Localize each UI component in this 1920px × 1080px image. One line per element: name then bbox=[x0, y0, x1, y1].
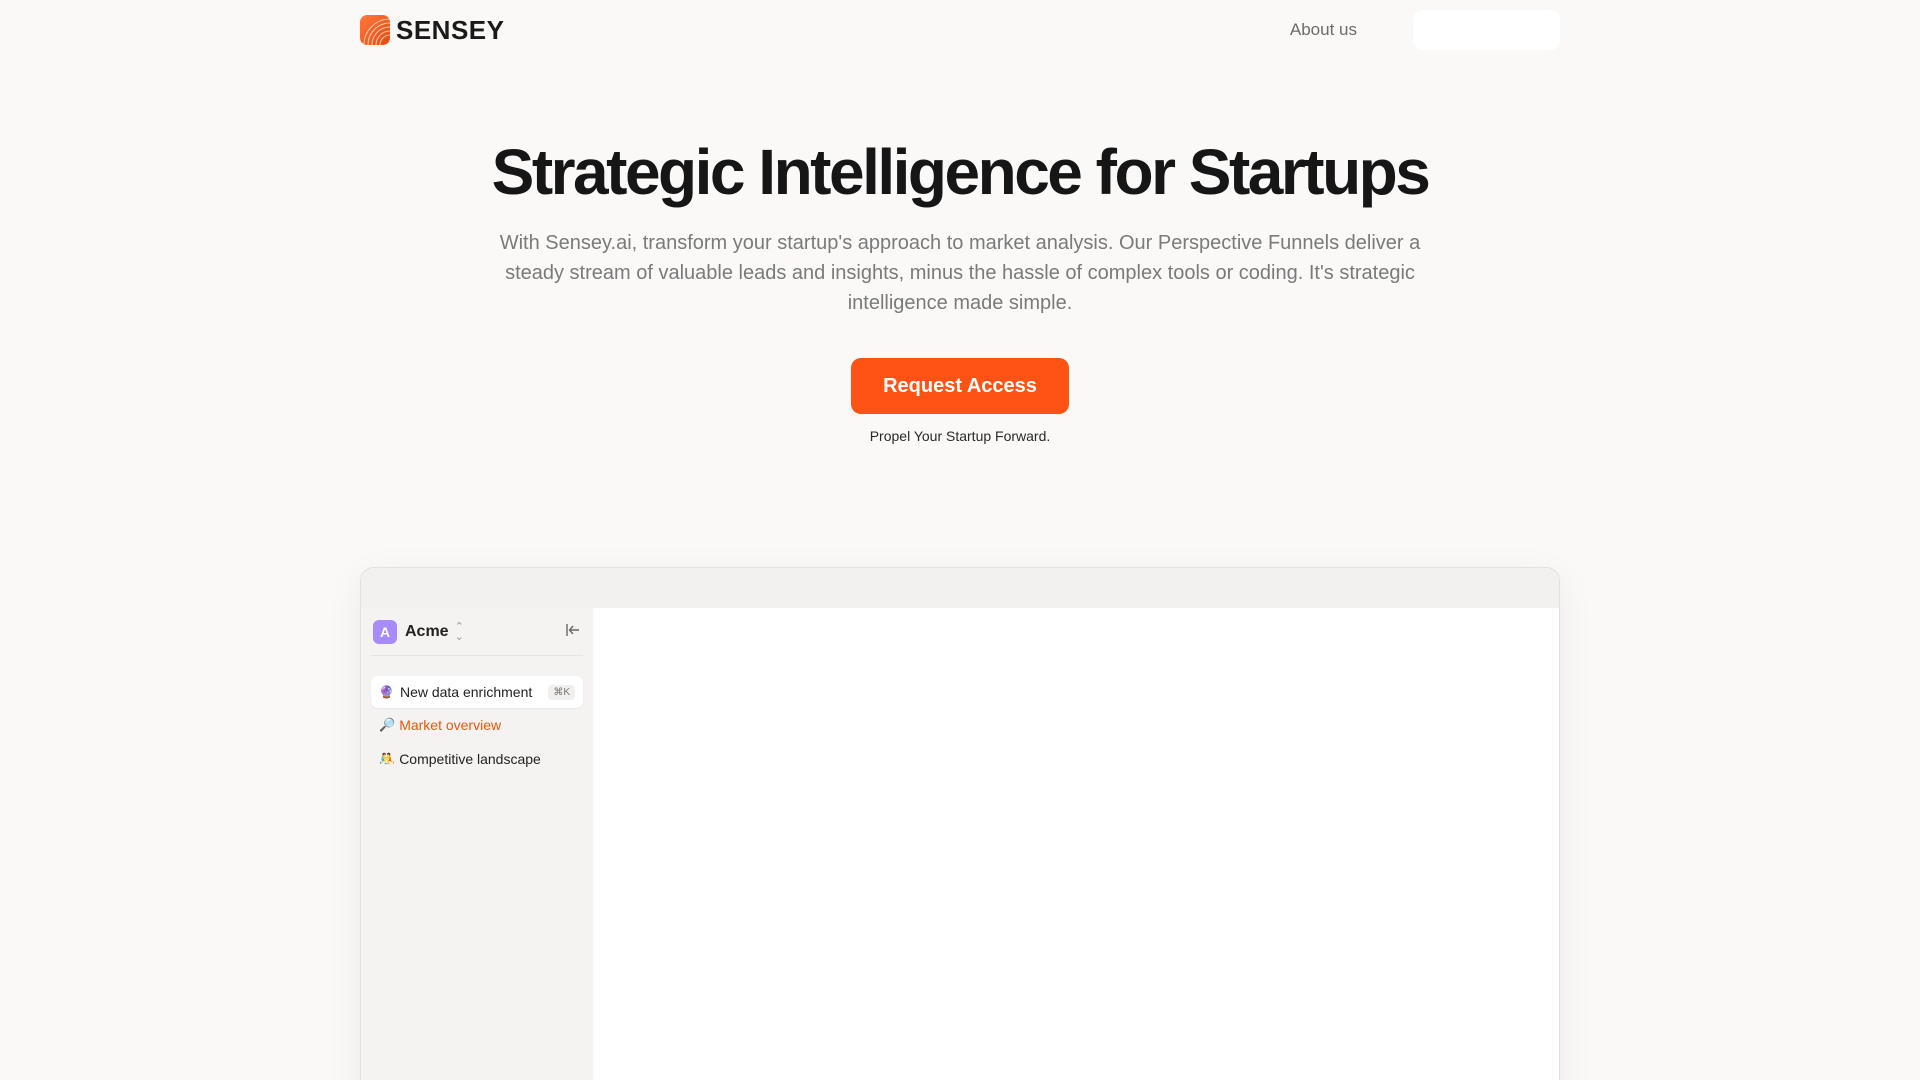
hero-title: Strategic Intelligence for Startups bbox=[491, 136, 1431, 208]
new-data-enrichment-label: New data enrichment bbox=[399, 684, 533, 700]
sidebar-item-competitive-landscape[interactable]: 🤼 Competitive landscape bbox=[371, 742, 583, 776]
preview-body: A Acme ⌃ ⌄ 🔮 New data enrichment ⌘K 🔎 Ma… bbox=[361, 608, 1559, 1080]
header-nav: About us bbox=[1290, 10, 1560, 50]
sensey-logo-icon bbox=[360, 15, 390, 45]
chevron-up-down-icon: ⌃ ⌄ bbox=[454, 620, 464, 643]
collapse-sidebar-icon[interactable] bbox=[565, 623, 581, 640]
workspace-name: Acme bbox=[405, 622, 449, 640]
brand-home-link[interactable]: SENSEY bbox=[360, 15, 505, 46]
workspace-switcher[interactable]: A Acme ⌃ ⌄ bbox=[371, 608, 583, 656]
preview-main-pane bbox=[593, 608, 1559, 1080]
wrestlers-icon: 🤼 bbox=[379, 751, 396, 766]
request-access-button[interactable]: Request Access bbox=[851, 358, 1069, 414]
brand-name: SENSEY bbox=[396, 14, 505, 45]
sidebar-item-label: Market overview bbox=[399, 717, 502, 733]
app-preview: A Acme ⌃ ⌄ 🔮 New data enrichment ⌘K 🔎 Ma… bbox=[360, 567, 1560, 1080]
magnifier-icon: 🔎 bbox=[379, 717, 396, 732]
cta-note: Propel Your Startup Forward. bbox=[869, 428, 1051, 444]
workspace-avatar: A bbox=[373, 619, 397, 644]
shortcut-badge: ⌘K bbox=[548, 684, 575, 700]
sidebar-item-label: Competitive landscape bbox=[399, 751, 541, 767]
new-data-enrichment-button[interactable]: 🔮 New data enrichment ⌘K bbox=[371, 676, 583, 708]
header-action-button[interactable] bbox=[1413, 10, 1560, 50]
preview-window-bar bbox=[361, 568, 1559, 608]
about-us-link[interactable]: About us bbox=[1290, 20, 1357, 40]
hero-subtitle: With Sensey.ai, transform your startup's… bbox=[499, 232, 1421, 314]
crystal-ball-icon: 🔮 bbox=[379, 685, 394, 699]
landing-page: SENSEY About us Strategic Intelligence f… bbox=[0, 0, 1920, 1080]
hero-section: Strategic Intelligence for Startups With… bbox=[0, 130, 1920, 444]
sidebar-item-market-overview[interactable]: 🔎 Market overview bbox=[371, 708, 583, 742]
preview-sidebar: A Acme ⌃ ⌄ 🔮 New data enrichment ⌘K 🔎 Ma… bbox=[361, 608, 593, 1080]
site-header: SENSEY About us bbox=[360, 0, 1560, 60]
